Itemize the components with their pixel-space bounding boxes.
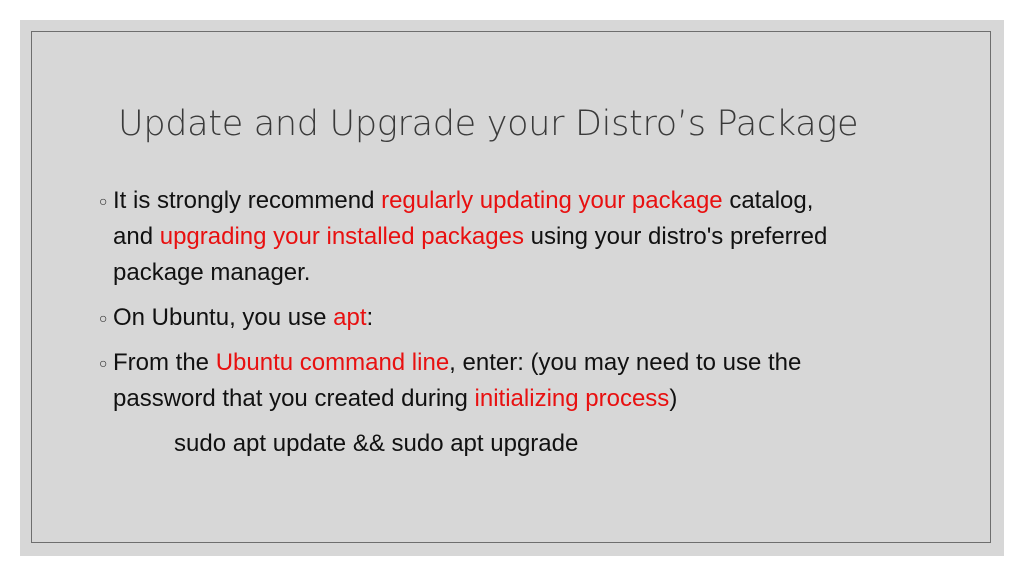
bullet-text: : <box>366 304 374 331</box>
highlight-text: Ubuntu command line <box>215 349 450 376</box>
highlight-text: upgrading your installed packages <box>159 223 524 250</box>
bullet-item: ○ It is strongly recommend regularly upd… <box>99 183 953 291</box>
bullet-text: ) <box>669 385 678 412</box>
bullet-text: It is strongly recommend <box>113 187 382 214</box>
bullet-circle-icon: ○ <box>99 193 108 209</box>
highlight-text: initializing process <box>474 385 670 412</box>
bullet-text: catalog, <box>722 187 814 214</box>
bullet-text: From the <box>113 349 216 376</box>
command-text: sudo apt update && sudo apt upgrade <box>174 430 579 457</box>
bullet-item: ○ On Ubuntu, you use apt: <box>99 300 953 336</box>
bullet-text: using your distro's preferred <box>523 223 828 250</box>
slide: Update and Upgrade your Distro’s Package… <box>20 20 1004 556</box>
bullet-text: , enter: (you may need to use the <box>449 349 802 376</box>
bullet-circle-icon: ○ <box>99 355 108 371</box>
highlight-text: apt <box>333 304 367 331</box>
bullet-text: On Ubuntu, you use <box>113 304 334 331</box>
bullet-circle-icon: ○ <box>99 310 108 326</box>
bullet-text: package manager. <box>113 259 311 286</box>
slide-title: Update and Upgrade your Distro’s Package <box>118 104 859 144</box>
bullet-text: and <box>113 223 160 250</box>
bullet-text: password that you created during <box>113 385 475 412</box>
highlight-text: regularly updating your package <box>381 187 723 214</box>
bullet-item: ○ From the Ubuntu command line, enter: (… <box>99 345 953 417</box>
